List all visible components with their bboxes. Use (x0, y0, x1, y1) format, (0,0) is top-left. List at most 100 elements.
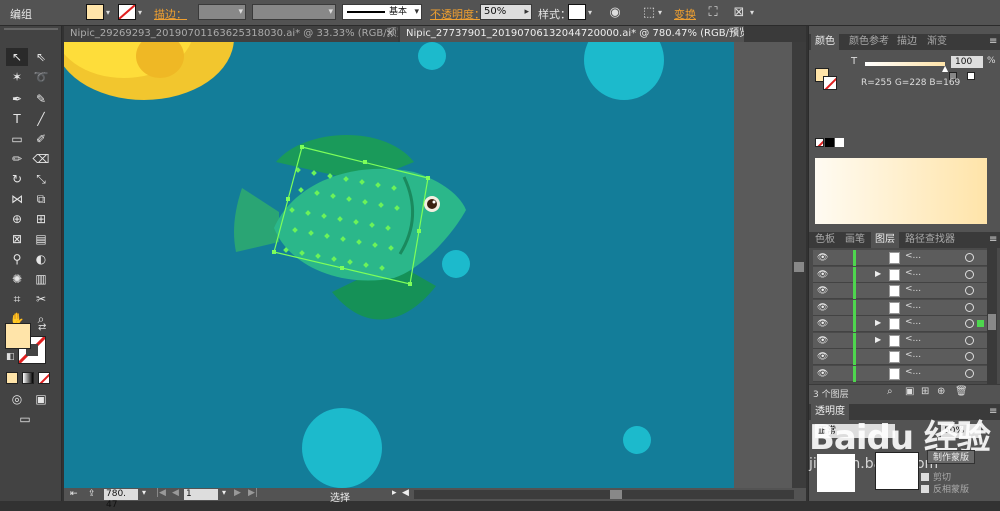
scrollbar-thumb[interactable] (988, 314, 996, 330)
horizontal-scrollbar[interactable] (414, 490, 794, 499)
tab-color[interactable]: 颜色 (811, 34, 839, 50)
variable-width-dropdown[interactable]: ▾ (252, 4, 336, 20)
zoom-field[interactable]: 780. 47 (104, 489, 138, 510)
chevron-down-icon[interactable]: ▾ (106, 8, 110, 17)
eye-icon[interactable]: 👁 (817, 302, 829, 314)
bubble-shape[interactable] (584, 42, 664, 100)
artboard[interactable] (64, 42, 734, 488)
free-transform-tool-icon[interactable]: ⧉ (30, 190, 52, 208)
layer-row[interactable]: 👁 <... (813, 365, 989, 382)
eyedropper-tool-icon[interactable]: ⚲ (6, 250, 28, 268)
expand-triangle-icon[interactable]: ▶ (875, 269, 881, 278)
eye-icon[interactable]: 👁 (817, 351, 829, 363)
panel-menu-icon[interactable]: ≡ (985, 232, 1000, 248)
slice-tool-icon[interactable]: ✂ (30, 290, 52, 308)
white-swatch[interactable] (835, 138, 844, 147)
chevron-down-icon[interactable]: ▾ (138, 8, 142, 17)
artboard-nav-icon[interactable]: ⇤ (70, 489, 78, 499)
fill-swatch[interactable] (86, 4, 104, 20)
brush-style-dropdown[interactable]: 基本 ▾ (342, 4, 422, 20)
invert-mask-checkbox[interactable] (921, 485, 929, 493)
new-layer-icon[interactable]: ⊕ (937, 386, 945, 397)
clipping-mask-icon[interactable]: ▣ (905, 386, 914, 397)
target-icon[interactable] (965, 302, 974, 312)
share-icon[interactable]: ⇪ (88, 489, 96, 499)
scrollbar-thumb[interactable] (794, 262, 804, 272)
make-mask-button[interactable]: 制作蒙版 (927, 450, 975, 464)
eye-icon[interactable]: 👁 (817, 269, 829, 281)
stroke-color-box[interactable] (823, 76, 837, 90)
toolbox-grip[interactable] (4, 28, 58, 30)
draw-behind-icon[interactable]: ▣ (30, 390, 52, 408)
gradient-mode-icon[interactable] (22, 372, 34, 384)
object-thumbnail[interactable] (817, 454, 855, 492)
bubble-shape[interactable] (442, 250, 470, 278)
curvature-tool-icon[interactable]: ✎ (30, 90, 52, 108)
eye-icon[interactable]: 👁 (817, 368, 829, 380)
eye-icon[interactable]: 👁 (817, 252, 829, 264)
close-icon[interactable]: × (386, 26, 394, 42)
last-artboard-icon[interactable]: ▶| (248, 488, 258, 498)
first-artboard-icon[interactable]: |◀ (156, 488, 166, 498)
width-tool-icon[interactable]: ⋈ (6, 190, 28, 208)
mesh-tool-icon[interactable]: ⊠ (6, 230, 28, 248)
column-graph-tool-icon[interactable]: ▥ (30, 270, 52, 288)
screen-mode-icon[interactable]: ▭ (14, 410, 36, 428)
default-colors-icon[interactable]: ◧ (6, 352, 15, 362)
stroke-label[interactable]: 描边： (154, 6, 187, 22)
chevron-down-icon[interactable]: ▾ (658, 8, 662, 17)
eye-icon[interactable]: 👁 (817, 318, 829, 330)
layer-row[interactable]: 👁 <... (813, 349, 989, 365)
scroll-left-icon[interactable]: ◀ (402, 488, 409, 498)
vertical-scrollbar[interactable] (792, 42, 806, 488)
black-swatch[interactable] (825, 138, 834, 147)
perspective-grid-tool-icon[interactable]: ⊞ (30, 210, 52, 228)
bubble-shape[interactable] (302, 408, 382, 488)
opacity-field[interactable]: 50% ▸ (480, 4, 532, 20)
stroke-swatch[interactable] (118, 4, 136, 20)
chevron-down-icon[interactable]: ▾ (750, 8, 754, 17)
new-sublayer-icon[interactable]: ⊞ (921, 386, 929, 397)
fish-group[interactable] (234, 134, 466, 320)
layer-row[interactable]: 👁 ▶ <... (813, 316, 989, 332)
layer-row[interactable]: 👁 ▶ <... (813, 266, 989, 283)
eye-icon[interactable]: 👁 (817, 285, 829, 297)
target-icon[interactable] (965, 319, 974, 328)
scrollbar-thumb[interactable] (610, 490, 622, 499)
blend-tool-icon[interactable]: ◐ (30, 250, 52, 268)
layer-row[interactable]: 👁 <... (813, 283, 989, 299)
layer-row[interactable]: 👁 ▶ <... (813, 332, 989, 349)
type-tool-icon[interactable]: T (6, 110, 28, 128)
target-icon[interactable] (965, 352, 974, 361)
tab-layers[interactable]: 图层 (871, 232, 899, 248)
status-menu-icon[interactable]: ▸ (392, 488, 397, 498)
direct-selection-tool-icon[interactable]: ⇖ (30, 48, 52, 66)
layers-scrollbar[interactable] (987, 248, 997, 384)
swap-colors-icon[interactable]: ⇄ (38, 322, 46, 333)
envelope-icon[interactable]: ⊠ (730, 4, 748, 22)
bubble-shape[interactable] (623, 426, 651, 454)
recolor-icon[interactable]: ◉ (606, 4, 624, 22)
next-artboard-icon[interactable]: ▶ (234, 488, 241, 498)
align-icon[interactable]: ⬚ (640, 4, 658, 22)
clip-checkbox[interactable] (921, 473, 929, 481)
lasso-tool-icon[interactable]: ➰ (30, 68, 52, 86)
tab-document-2[interactable]: Nipic_27737901_20190706132044720000.ai* … (400, 26, 744, 42)
tab-brushes[interactable]: 画笔 (841, 232, 869, 248)
draw-mode-icon[interactable]: ◎ (6, 390, 28, 408)
layer-row[interactable]: 👁 <... (813, 250, 989, 266)
tint-slider-track[interactable] (865, 62, 945, 66)
target-icon[interactable] (965, 335, 974, 345)
rectangle-tool-icon[interactable]: ▭ (6, 130, 28, 148)
prev-artboard-icon[interactable]: ◀ (172, 488, 179, 498)
gradient-tool-icon[interactable]: ▤ (30, 230, 52, 248)
opacity-label[interactable]: 不透明度： (430, 6, 485, 22)
none-swatch[interactable] (815, 138, 824, 147)
close-icon[interactable]: × (732, 26, 740, 42)
paintbrush-tool-icon[interactable]: ✐ (30, 130, 52, 148)
symbol-sprayer-tool-icon[interactable]: ✺ (6, 270, 28, 288)
stroke-weight-dropdown[interactable]: ▾ (198, 4, 246, 20)
target-icon[interactable] (965, 269, 974, 279)
canvas-area[interactable] (64, 42, 806, 488)
eye-icon[interactable]: 👁 (817, 335, 829, 347)
